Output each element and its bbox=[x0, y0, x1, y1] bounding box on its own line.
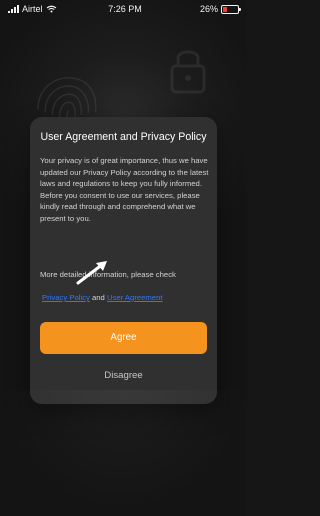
agree-button[interactable]: Agree bbox=[40, 322, 207, 354]
carrier-label: Airtel bbox=[22, 4, 43, 14]
privacy-dialog: User Agreement and Privacy Policy Your p… bbox=[30, 117, 217, 404]
policy-links-row: Privacy Policy and User Agreement bbox=[42, 292, 212, 303]
battery-percent: 26% bbox=[199, 4, 218, 14]
time-label: 7:26 PM bbox=[108, 4, 142, 14]
disagree-button[interactable]: Disagree bbox=[40, 366, 207, 386]
dialog-body-text: Your privacy is of great importance, thu… bbox=[40, 156, 209, 223]
user-agreement-link[interactable]: User Agreement bbox=[107, 293, 163, 302]
dialog-title: User Agreement and Privacy Policy bbox=[40, 131, 207, 143]
battery-fill bbox=[223, 6, 227, 12]
status-left: Airtel bbox=[8, 4, 57, 14]
status-right: 26% bbox=[199, 4, 241, 14]
app-screen: Airtel 7:26 PM 26% User Agreement and Pr… bbox=[0, 0, 247, 516]
status-bar: Airtel 7:26 PM 26% bbox=[0, 0, 247, 20]
background-glow bbox=[0, 390, 247, 516]
wifi-icon bbox=[46, 5, 56, 13]
battery-icon bbox=[221, 4, 241, 14]
privacy-policy-link[interactable]: Privacy Policy bbox=[42, 293, 90, 302]
more-info-text: More detailed information, please check bbox=[40, 270, 176, 279]
and-text: and bbox=[92, 293, 105, 302]
signal-icon bbox=[8, 5, 19, 13]
lock-icon bbox=[170, 50, 206, 94]
